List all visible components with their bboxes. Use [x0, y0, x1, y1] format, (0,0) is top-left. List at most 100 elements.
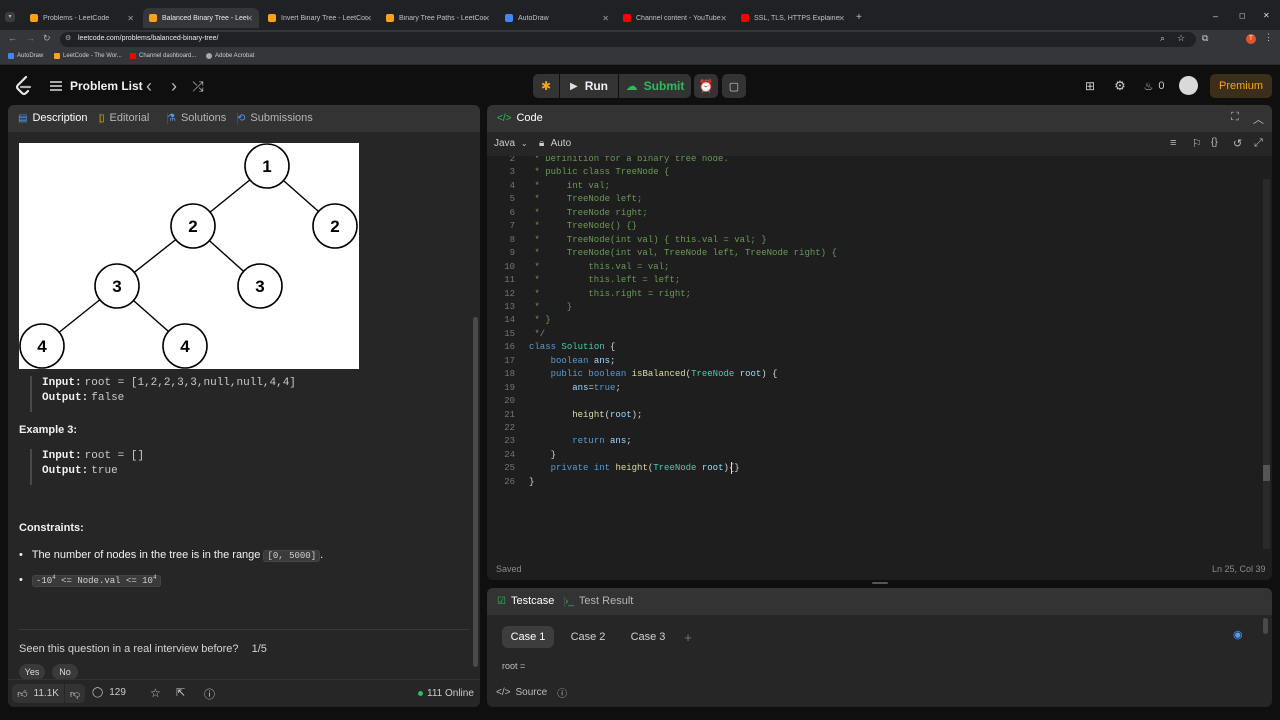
url-text: leetcode.com/problems/balanced-binary-tr…: [78, 35, 219, 42]
auto-mode-toggle[interactable]: 🔒︎ Auto: [539, 138, 571, 149]
maximize-panel-icon[interactable]: ⛶: [1231, 111, 1239, 124]
extensions-icon[interactable]: ⧉: [1202, 33, 1208, 44]
minimize-button[interactable]: –: [1213, 11, 1218, 21]
tab-close-icon[interactable]: ✕: [838, 14, 845, 23]
code-text: * TreeNode(int val, TreeNode left, TreeN…: [529, 248, 837, 259]
help-icon[interactable]: ⓘ: [204, 686, 215, 702]
tab-submissions[interactable]: ⟲ Submissions: [237, 112, 313, 124]
shuffle-button[interactable]: ⤮: [190, 74, 206, 98]
tab-code[interactable]: </> Code: [497, 112, 543, 124]
browser-tab[interactable]: Problems - LeetCode ✕: [24, 8, 140, 28]
tab-close-icon[interactable]: ✕: [483, 14, 490, 23]
url-field[interactable]: ⚙ leetcode.com/problems/balanced-binary-…: [60, 32, 1196, 47]
settings-button[interactable]: ⚙: [1110, 74, 1130, 98]
bookmark-star-icon[interactable]: ☆: [1177, 33, 1185, 44]
profile-avatar[interactable]: T: [1246, 34, 1256, 44]
code-editor[interactable]: 2 * Definition for a binary tree node. 3 …: [487, 156, 1272, 554]
panel-resize-handle[interactable]: [872, 582, 888, 584]
share-icon[interactable]: ⇱: [176, 686, 185, 699]
add-case-button[interactable]: +: [679, 626, 697, 648]
format-lines-icon[interactable]: ≡: [1170, 137, 1176, 149]
problem-list-button[interactable]: Problem List: [50, 74, 143, 98]
tab-favicon-icon: [741, 14, 749, 22]
site-info-icon[interactable]: ⚙: [65, 34, 71, 42]
tab-editorial[interactable]: ▯ Editorial: [99, 112, 149, 124]
browser-tab[interactable]: SSL, TLS, HTTPS Explained - YouTube✕: [735, 8, 851, 28]
zoom-icon[interactable]: ⌕: [1160, 33, 1165, 44]
run-button[interactable]: ▶ Run: [560, 74, 618, 98]
bookmark-icon[interactable]: ⚐: [1192, 137, 1202, 150]
browser-tab[interactable]: Channel content - YouTube Studio✕: [617, 8, 733, 28]
case-2-button[interactable]: Case 2: [562, 626, 614, 648]
tab-test-result[interactable]: ›_ Test Result: [565, 595, 633, 607]
code-line: 2 * Definition for a binary tree node.: [487, 156, 1257, 166]
case-3-button[interactable]: Case 3: [622, 626, 674, 648]
maximize-button[interactable]: ◻: [1239, 11, 1246, 20]
tab-close-icon[interactable]: ✕: [602, 14, 609, 23]
source-link[interactable]: </> Source ⓘ: [496, 685, 567, 700]
tab-close-icon[interactable]: ✕: [127, 14, 134, 23]
tab-description[interactable]: ▤ Description: [18, 112, 87, 124]
favorite-star-icon[interactable]: ☆: [150, 686, 161, 700]
streak-counter[interactable]: ♨ 0: [1139, 74, 1169, 98]
description-scrollbar[interactable]: [473, 317, 478, 667]
language-select[interactable]: Java ⌄: [494, 138, 528, 149]
tab-close-icon[interactable]: ✕: [246, 14, 253, 23]
tab-close-icon[interactable]: ✕: [365, 14, 372, 23]
code-text: * Definition for a binary tree node.: [529, 156, 729, 164]
tab-close-icon[interactable]: ✕: [720, 14, 727, 23]
eye-icon[interactable]: ◉: [1233, 628, 1243, 641]
tab-title: Binary Tree Paths - LeetCode: [399, 14, 485, 22]
comments-button[interactable]: ◯ 129: [92, 687, 126, 698]
premium-button[interactable]: Premium: [1210, 74, 1272, 98]
editor-scrollbar[interactable]: [1263, 465, 1270, 481]
forward-icon[interactable]: →: [26, 33, 35, 43]
chevron-down-icon: ⌄: [520, 139, 528, 148]
no-button[interactable]: No: [52, 664, 78, 680]
submit-button[interactable]: ☁ Submit: [619, 74, 691, 98]
browser-menu-icon[interactable]: ⋮: [1264, 32, 1273, 43]
yes-button[interactable]: Yes: [19, 664, 45, 680]
bookmark-autodraw[interactable]: AutoDraw: [8, 53, 43, 59]
tab-testcase[interactable]: ☑ Testcase: [497, 595, 554, 607]
bookmark-leetcode[interactable]: LeetCode - The Wor...: [54, 53, 122, 59]
tab-solutions[interactable]: ⚗ Solutions: [167, 112, 226, 124]
next-problem-button[interactable]: ›: [167, 74, 181, 98]
dislike-button[interactable]: 👎︎: [65, 684, 85, 703]
browser-tab[interactable]: Balanced Binary Tree - LeetCode✕: [143, 8, 259, 28]
leetcode-logo-icon[interactable]: [15, 75, 33, 101]
info-icon: ⓘ: [557, 689, 568, 700]
browser-tab[interactable]: Invert Binary Tree - LeetCode ✕: [262, 8, 378, 28]
layout-button[interactable]: ⊞: [1080, 74, 1100, 98]
code-text: boolean ans;: [550, 355, 616, 366]
collapse-chevron-icon[interactable]: ︿: [1253, 111, 1264, 127]
testcase-scrollbar[interactable]: [1263, 618, 1268, 634]
browser-tab[interactable]: AutoDraw ✕: [499, 8, 615, 28]
user-avatar[interactable]: [1179, 76, 1198, 95]
browser-tab[interactable]: Binary Tree Paths - LeetCode ✕: [380, 8, 496, 28]
like-button[interactable]: 👍︎ 11.1K: [12, 684, 64, 703]
back-icon[interactable]: ←: [8, 33, 17, 43]
line-number: 24: [504, 449, 515, 460]
alarm-clock-icon: ⏰: [698, 79, 714, 93]
case-1-button[interactable]: Case 1: [502, 626, 554, 648]
bookmark-channel-dashboard[interactable]: Channel dashboard...: [130, 53, 196, 59]
online-dot: [418, 691, 423, 696]
reset-icon[interactable]: ↺: [1233, 137, 1242, 150]
tab-title: Channel content - YouTube Studio: [636, 14, 722, 22]
notes-button[interactable]: ▢: [722, 74, 746, 98]
timer-button[interactable]: ⏰: [694, 74, 718, 98]
fullscreen-icon[interactable]: ⤢: [1254, 137, 1263, 150]
window-close-button[interactable]: ✕: [1263, 11, 1270, 20]
code-text: * this.val = val;: [529, 261, 670, 272]
braces-icon[interactable]: {}: [1211, 137, 1218, 148]
new-tab-button[interactable]: +: [856, 12, 862, 23]
debug-button[interactable]: ✱: [533, 74, 559, 98]
tree-diagram: 1 2 2 3 3 4 4: [19, 143, 359, 369]
description-icon: ▤: [18, 112, 28, 124]
reload-icon[interactable]: ↻: [43, 33, 51, 44]
prev-problem-button[interactable]: ‹: [142, 74, 156, 98]
bookmark-adobe-acrobat[interactable]: Adobe Acrobat: [206, 53, 254, 59]
acrobat-icon: [206, 53, 212, 59]
tab-search-button[interactable]: ▾: [5, 12, 15, 22]
